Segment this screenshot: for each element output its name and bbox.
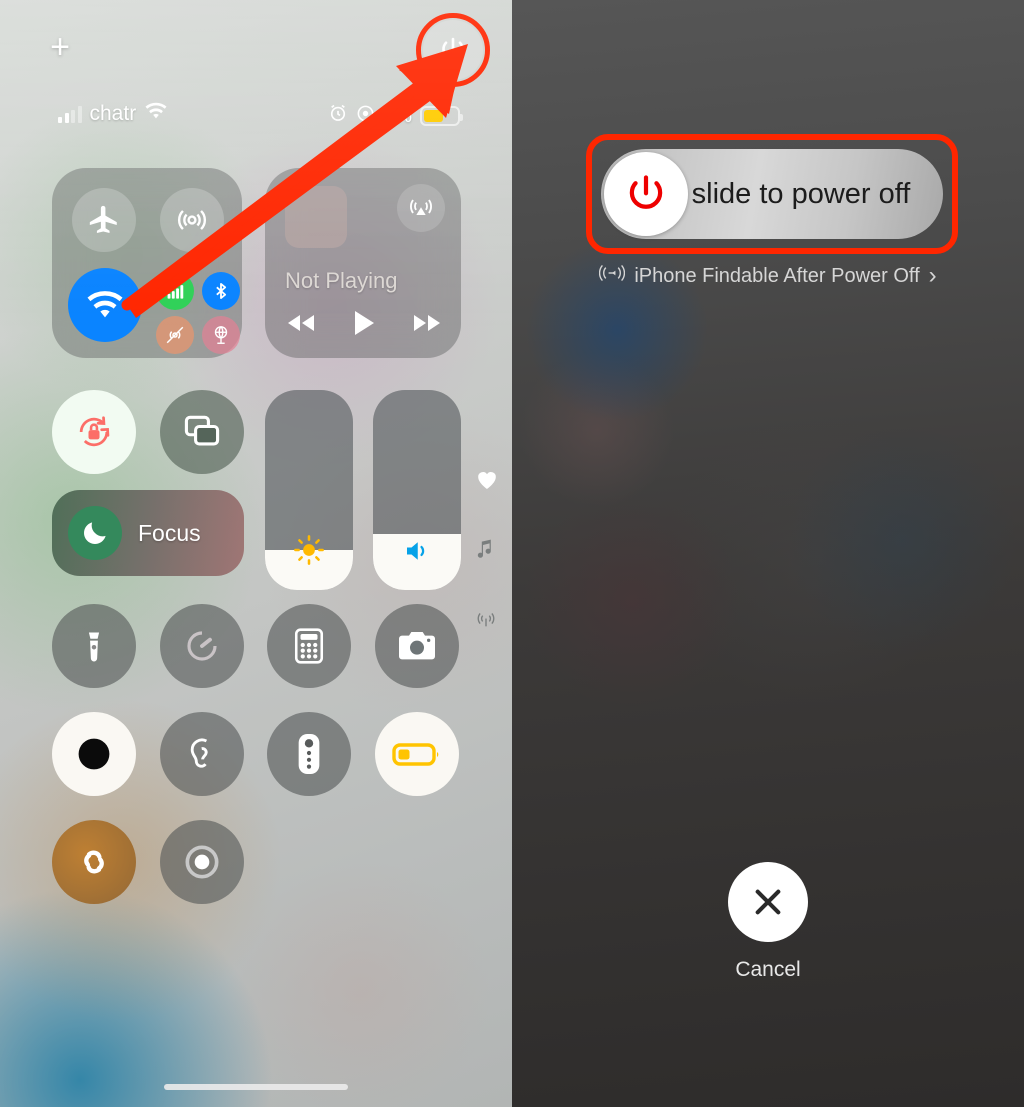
wifi-icon (144, 102, 168, 126)
power-off-panel: slide to power off iPhone Findable After… (512, 0, 1024, 1107)
cellular-signal-icon (58, 105, 82, 123)
power-button[interactable] (423, 20, 483, 80)
airplane-mode-icon[interactable] (72, 188, 136, 252)
control-center-panel: + chatr 5% Not Playing Focus (0, 0, 512, 1107)
apple-tv-remote-toggle[interactable] (267, 712, 351, 796)
findable-label: iPhone Findable After Power Off (634, 264, 920, 287)
fast-forward-icon[interactable] (411, 312, 443, 334)
airdrop-off-icon[interactable] (156, 316, 194, 354)
screen-recording-toggle[interactable] (160, 820, 244, 904)
media-transport-controls (285, 310, 443, 336)
carrier-label: chatr (89, 102, 137, 125)
heart-icon[interactable] (474, 468, 500, 492)
play-icon[interactable] (352, 310, 376, 336)
status-bar: chatr 5% (0, 102, 512, 140)
connectivity-module[interactable] (52, 168, 242, 358)
cancel-button[interactable] (728, 862, 808, 942)
slide-to-power-off-slider[interactable]: slide to power off (601, 149, 943, 239)
wifi-toggle[interactable] (68, 268, 142, 342)
vpn-globe-icon[interactable] (202, 316, 240, 354)
iphone-findable-row[interactable]: iPhone Findable After Power Off › (512, 262, 1024, 290)
cancel-label: Cancel (735, 958, 801, 981)
battery-low-icon (420, 106, 463, 126)
bluetooth-icon[interactable] (202, 272, 240, 310)
flashlight-toggle[interactable] (52, 604, 136, 688)
focus-label: Focus (138, 519, 201, 546)
shazam-toggle[interactable] (52, 820, 136, 904)
music-note-icon[interactable] (474, 536, 498, 562)
media-player-module[interactable]: Not Playing (265, 168, 461, 358)
brightness-sun-icon (293, 534, 325, 566)
low-power-mode-toggle[interactable] (375, 712, 459, 796)
camera-toggle[interactable] (375, 604, 459, 688)
findable-broadcast-icon (599, 263, 626, 289)
airplay-audio-icon[interactable] (397, 184, 445, 232)
album-artwork-placeholder (285, 186, 347, 248)
hearing-toggle[interactable] (160, 712, 244, 796)
broadcast-icon[interactable] (472, 608, 500, 630)
rewind-icon[interactable] (285, 312, 317, 334)
brightness-slider[interactable] (265, 390, 353, 590)
battery-percent-label: 5% (383, 104, 412, 127)
dark-mode-toggle[interactable] (52, 712, 136, 796)
add-control-button[interactable]: + (44, 30, 76, 64)
screen-mirroring-toggle[interactable] (160, 390, 244, 474)
now-playing-title: Not Playing (285, 268, 398, 293)
volume-slider[interactable] (373, 390, 461, 590)
home-indicator[interactable] (164, 1084, 348, 1090)
alarm-icon (328, 103, 348, 129)
volume-speaker-icon (400, 536, 434, 566)
screenshot-root: + chatr 5% Not Playing Focus slide to po… (0, 0, 1024, 1107)
timer-toggle[interactable] (160, 604, 244, 688)
cancel-container: Cancel (512, 862, 1024, 982)
location-icon (356, 104, 375, 129)
cellular-data-icon[interactable] (156, 272, 194, 310)
moon-icon (68, 506, 122, 560)
chevron-right-icon: › (928, 262, 937, 289)
status-bar-right: 5% (328, 103, 463, 129)
slide-to-power-off-container: slide to power off (586, 134, 958, 254)
airdrop-icon[interactable] (160, 188, 224, 252)
focus-toggle[interactable]: Focus (52, 490, 244, 576)
status-bar-left: chatr (58, 102, 168, 126)
power-slider-knob[interactable] (604, 152, 688, 236)
calculator-toggle[interactable] (267, 604, 351, 688)
rotation-lock-toggle[interactable] (52, 390, 136, 474)
